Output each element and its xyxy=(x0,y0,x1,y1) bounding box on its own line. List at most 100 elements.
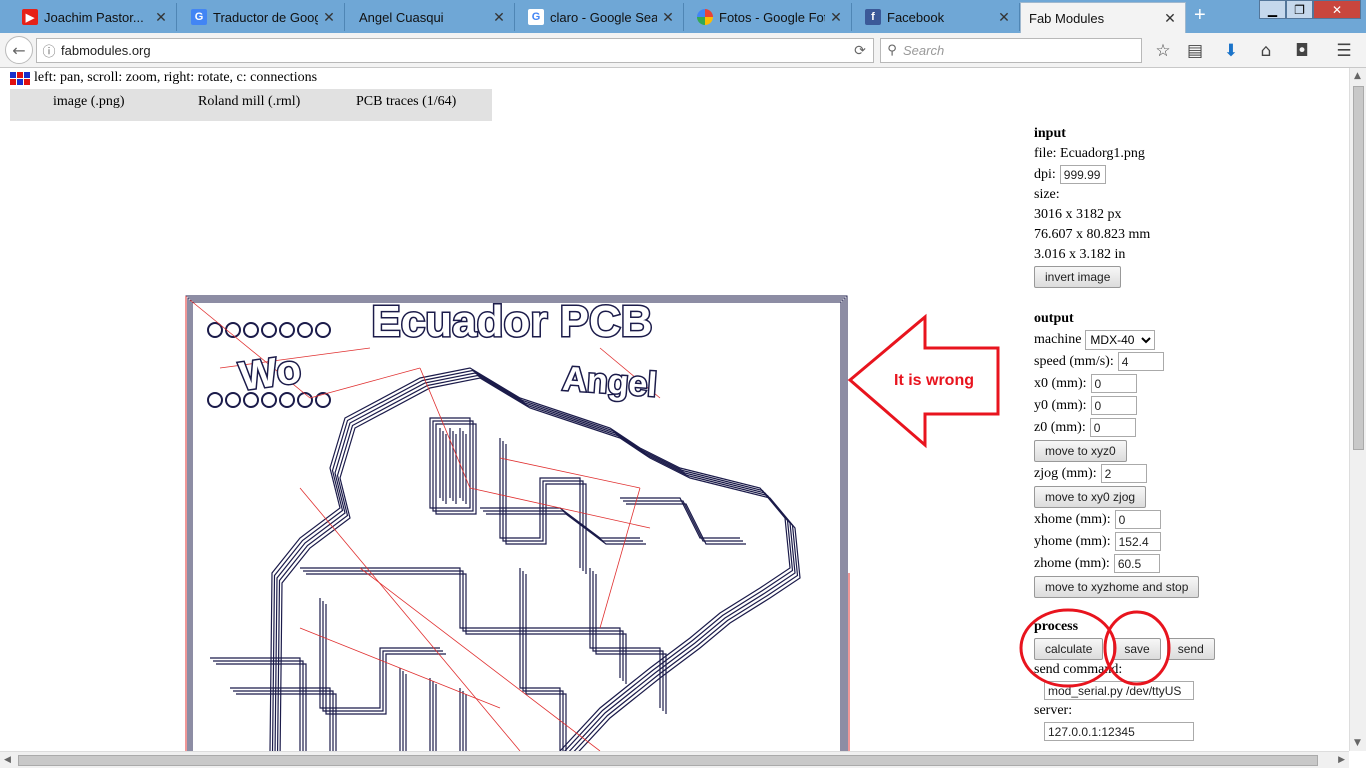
back-arrow-icon[interactable]: ← xyxy=(5,36,33,64)
tab-google-photos[interactable]: Fotos - Google Fot... ✕ xyxy=(689,3,852,31)
toolpath-canvas[interactable]: Ecuador PCB Angel Wo It is wrong xyxy=(0,68,1000,751)
x0-label: x0 (mm): xyxy=(1034,375,1087,391)
close-icon[interactable]: ✕ xyxy=(154,9,168,26)
size-px: 3016 x 3182 px xyxy=(1034,207,1122,222)
close-icon[interactable]: ✕ xyxy=(661,9,675,26)
pcb-title-text: Ecuador PCB xyxy=(371,297,652,346)
trace-path xyxy=(399,668,461,751)
move-to-xyz0-button[interactable]: move to xyz0 xyxy=(1034,440,1127,462)
close-icon[interactable]: ✕ xyxy=(829,9,843,26)
pocket-icon[interactable]: ◘ xyxy=(1291,40,1313,62)
bookmark-star-icon[interactable]: ☆ xyxy=(1152,40,1174,62)
pad-outline xyxy=(279,322,295,338)
trace-path xyxy=(505,444,587,574)
home-icon[interactable]: ⌂ xyxy=(1255,40,1277,62)
close-icon[interactable]: ✕ xyxy=(1163,10,1177,27)
trace-path xyxy=(319,598,440,709)
tab-title: Facebook xyxy=(887,9,945,25)
rapid-move-line xyxy=(419,367,471,489)
move-to-xy0-zjog-button[interactable]: move to xy0 zjog xyxy=(1034,486,1147,508)
window-close-icon[interactable]: ✕ xyxy=(1313,0,1361,19)
page-content: left: pan, scroll: zoom, right: rotate, … xyxy=(0,68,1349,751)
pad-outline xyxy=(315,392,331,408)
xhome-input[interactable] xyxy=(1114,510,1161,529)
tab-bar: ▶ Joachim Pastor... ✕ G Traductor de Goo… xyxy=(0,0,1366,33)
tab-fab-modules[interactable]: Fab Modules ✕ xyxy=(1020,2,1186,33)
tab-title: claro - Google Sear... xyxy=(550,9,657,25)
zjog-label: zjog (mm): xyxy=(1034,465,1097,481)
trace-path xyxy=(486,513,646,545)
close-icon[interactable]: ✕ xyxy=(492,9,506,26)
country-outline xyxy=(279,377,801,751)
new-tab-plus-icon[interactable]: + xyxy=(1194,4,1206,27)
z0-input[interactable] xyxy=(1089,418,1136,437)
x0-input[interactable] xyxy=(1090,374,1137,393)
annotation-text: It is wrong xyxy=(894,372,974,389)
pad-outline xyxy=(315,322,331,338)
dpi-label: dpi: xyxy=(1034,166,1056,182)
tab-youtube[interactable]: ▶ Joachim Pastor... ✕ xyxy=(14,3,177,31)
speed-input[interactable] xyxy=(1117,352,1164,371)
yhome-input[interactable] xyxy=(1114,532,1161,551)
trace-path xyxy=(402,671,464,751)
url-text: fabmodules.org xyxy=(61,43,151,58)
zhome-input[interactable] xyxy=(1113,554,1160,573)
search-input[interactable]: ⚲ Search xyxy=(880,38,1142,63)
youtube-icon: ▶ xyxy=(22,9,38,25)
maximize-icon[interactable]: ❐ xyxy=(1286,0,1313,19)
pad-outline xyxy=(207,322,223,338)
minimize-icon[interactable]: ▁ xyxy=(1259,0,1286,19)
close-icon[interactable]: ✕ xyxy=(997,9,1011,26)
dpi-input[interactable] xyxy=(1059,165,1106,184)
menu-hamburger-icon[interactable]: ☰ xyxy=(1333,40,1355,62)
trace-path xyxy=(300,567,621,678)
download-icon[interactable]: ⬇ xyxy=(1220,40,1242,62)
pcb-left-word-text: Wo xyxy=(237,347,304,399)
output-heading: output xyxy=(1034,311,1074,326)
trace-path xyxy=(499,438,581,568)
country-outline xyxy=(276,374,799,751)
search-placeholder: Search xyxy=(903,43,945,58)
vertical-scrollbar[interactable]: ▲ ▼ xyxy=(1349,68,1366,751)
pad-outline xyxy=(297,322,313,338)
trace-path xyxy=(522,571,564,751)
tab-title: Joachim Pastor... xyxy=(44,9,144,25)
trace-path xyxy=(216,663,307,751)
zjog-input[interactable] xyxy=(1100,464,1147,483)
trace-path xyxy=(405,674,467,751)
pad-outline xyxy=(225,392,241,408)
reload-icon[interactable]: ⟳ xyxy=(847,43,873,59)
pad-outline xyxy=(261,322,277,338)
move-to-xyzhome-button[interactable]: move to xyzhome and stop xyxy=(1034,576,1200,598)
site-info-icon[interactable]: ⓘ xyxy=(37,41,61,60)
trace-path xyxy=(306,573,627,684)
file-name: file: Ecuadorg1.png xyxy=(1034,146,1145,161)
zhome-label: zhome (mm): xyxy=(1034,555,1110,571)
trace-path xyxy=(210,657,301,751)
xhome-label: xhome (mm): xyxy=(1034,511,1111,527)
annotation-circles xyxy=(1019,608,1171,688)
size-mm: 76.607 x 80.823 mm xyxy=(1034,227,1151,242)
google-photos-icon xyxy=(697,9,713,25)
url-bar[interactable]: ⓘ fabmodules.org ⟳ xyxy=(36,38,874,63)
tab-angel[interactable]: Angel Cuasqui ✕ xyxy=(351,3,515,31)
y0-label: y0 (mm): xyxy=(1034,397,1087,413)
machine-select[interactable]: MDX-40 xyxy=(1085,329,1156,350)
tab-facebook[interactable]: f Facebook ✕ xyxy=(857,3,1020,31)
annotation-arrow: It is wrong xyxy=(847,313,1000,449)
server-input[interactable] xyxy=(1044,722,1194,741)
speed-label: speed (mm/s): xyxy=(1034,353,1114,369)
trace-path xyxy=(233,690,334,751)
google-icon: G xyxy=(528,9,544,25)
pad-outline xyxy=(243,322,259,338)
close-icon[interactable]: ✕ xyxy=(322,9,336,26)
pcb-name-text: Angel xyxy=(561,360,658,404)
trace-path xyxy=(303,570,624,681)
tab-google-search[interactable]: G claro - Google Sear... ✕ xyxy=(520,3,684,31)
reading-list-icon[interactable]: ▤ xyxy=(1184,40,1206,62)
y0-input[interactable] xyxy=(1090,396,1137,415)
invert-image-button[interactable]: invert image xyxy=(1034,266,1122,288)
tab-translate[interactable]: G Traductor de Google ✕ xyxy=(183,3,345,31)
search-icon: ⚲ xyxy=(887,43,897,58)
horizontal-scrollbar[interactable]: ◀ ▶ xyxy=(0,751,1349,768)
